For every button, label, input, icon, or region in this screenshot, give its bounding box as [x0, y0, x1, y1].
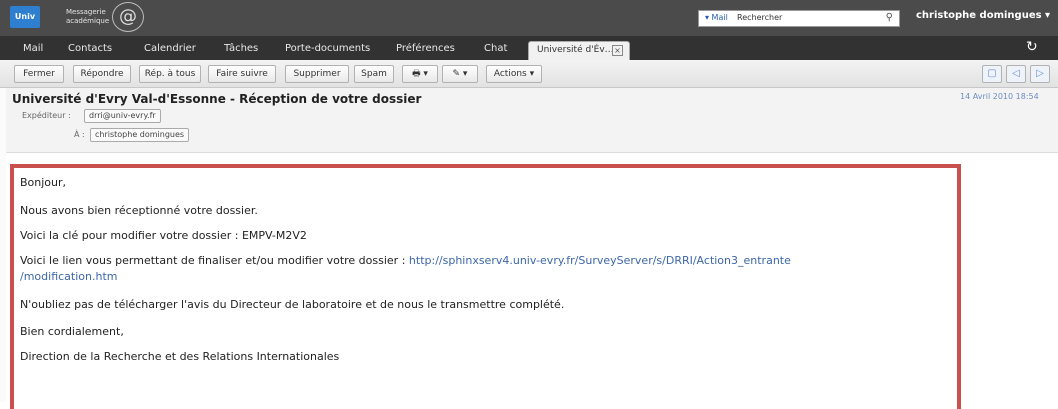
body-line-received: Nous avons bien réceptionné votre dossie… [20, 204, 258, 217]
at-logo-icon: @ [112, 2, 144, 32]
message-body: Bonjour, Nous avons bien réceptionné vot… [10, 164, 961, 409]
search-input[interactable]: Rechercher [737, 13, 782, 22]
delete-button[interactable]: Supprimer [285, 65, 349, 83]
print-button[interactable]: 🖶 ▾ [402, 65, 438, 83]
spam-button[interactable]: Spam [354, 65, 394, 83]
message-date: 14 Avril 2010 18:54 [960, 92, 1039, 101]
dossier-link-continued[interactable]: /modification.htm [20, 270, 117, 283]
university-logo[interactable]: Univ [10, 6, 40, 28]
message-toolbar: Fermer Répondre Rép. à tous Faire suivre… [0, 60, 1058, 88]
brand-label: Messagerie académique [66, 8, 109, 26]
tab-message-open[interactable]: Université d'Év… × [528, 41, 630, 60]
body-link-prefix: Voici le lien vous permettant de finalis… [20, 254, 409, 267]
reply-all-button[interactable]: Rép. à tous [139, 65, 201, 83]
search-icon[interactable]: ⚲ [886, 12, 893, 23]
tab-calendar[interactable]: Calendrier [144, 43, 196, 54]
tab-tasks[interactable]: Tâches [224, 43, 258, 54]
close-icon[interactable]: × [612, 45, 623, 56]
previous-message-icon[interactable]: ◁ [1006, 65, 1026, 83]
left-pane-edge [0, 88, 6, 402]
tag-button[interactable]: ✎ ▾ [442, 65, 478, 83]
reply-button[interactable]: Répondre [73, 65, 131, 83]
next-message-icon[interactable]: ▷ [1030, 65, 1050, 83]
body-line-reminder: N'oubliez pas de télécharger l'avis du D… [20, 298, 565, 311]
from-label: Expéditeur : [22, 111, 71, 120]
tab-preferences[interactable]: Préférences [396, 43, 455, 54]
dossier-link[interactable]: http://sphinxserv4.univ-evry.fr/SurveySe… [409, 254, 791, 267]
brand-line-1: Messagerie [66, 8, 106, 16]
tab-contacts[interactable]: Contacts [68, 43, 112, 54]
message-subject: Université d'Evry Val-d'Essonne - Récept… [12, 92, 422, 106]
refresh-icon[interactable]: ↻ [1026, 39, 1038, 55]
body-line-link: Voici le lien vous permettant de finalis… [20, 254, 791, 267]
body-greeting: Bonjour, [20, 176, 67, 189]
user-menu[interactable]: christophe domingues ▾ [916, 10, 1050, 21]
search-box[interactable]: ▾ Mail Rechercher ⚲ [698, 10, 900, 27]
search-scope-select[interactable]: ▾ Mail [705, 13, 728, 22]
message-header: Université d'Evry Val-d'Essonne - Récept… [0, 88, 1058, 153]
actions-button[interactable]: Actions ▾ [486, 65, 542, 83]
app-header: Univ Messagerie académique @ ▾ Mail Rech… [0, 0, 1058, 36]
close-button[interactable]: Fermer [14, 65, 64, 83]
to-label: À : [74, 130, 85, 139]
body-signature: Direction de la Recherche et des Relatio… [20, 350, 340, 363]
body-closing: Bien cordialement, [20, 325, 124, 338]
sender-chip[interactable]: drri@univ-evry.fr [84, 109, 161, 123]
body-line-key: Voici la clé pour modifier votre dossier… [20, 229, 307, 242]
app-tab-bar: Mail Contacts Calendrier Tâches Porte-do… [0, 36, 1058, 60]
forward-button[interactable]: Faire suivre [208, 65, 276, 83]
view-reading-pane-icon[interactable]: ▢ [982, 65, 1002, 83]
tab-chat[interactable]: Chat [484, 43, 507, 54]
brand-line-2: académique [66, 17, 110, 25]
tab-briefcase[interactable]: Porte-documents [285, 43, 370, 54]
tab-mail[interactable]: Mail [23, 43, 43, 54]
tab-message-label: Université d'Év… [537, 45, 614, 55]
recipient-chip[interactable]: christophe domingues [90, 128, 190, 142]
